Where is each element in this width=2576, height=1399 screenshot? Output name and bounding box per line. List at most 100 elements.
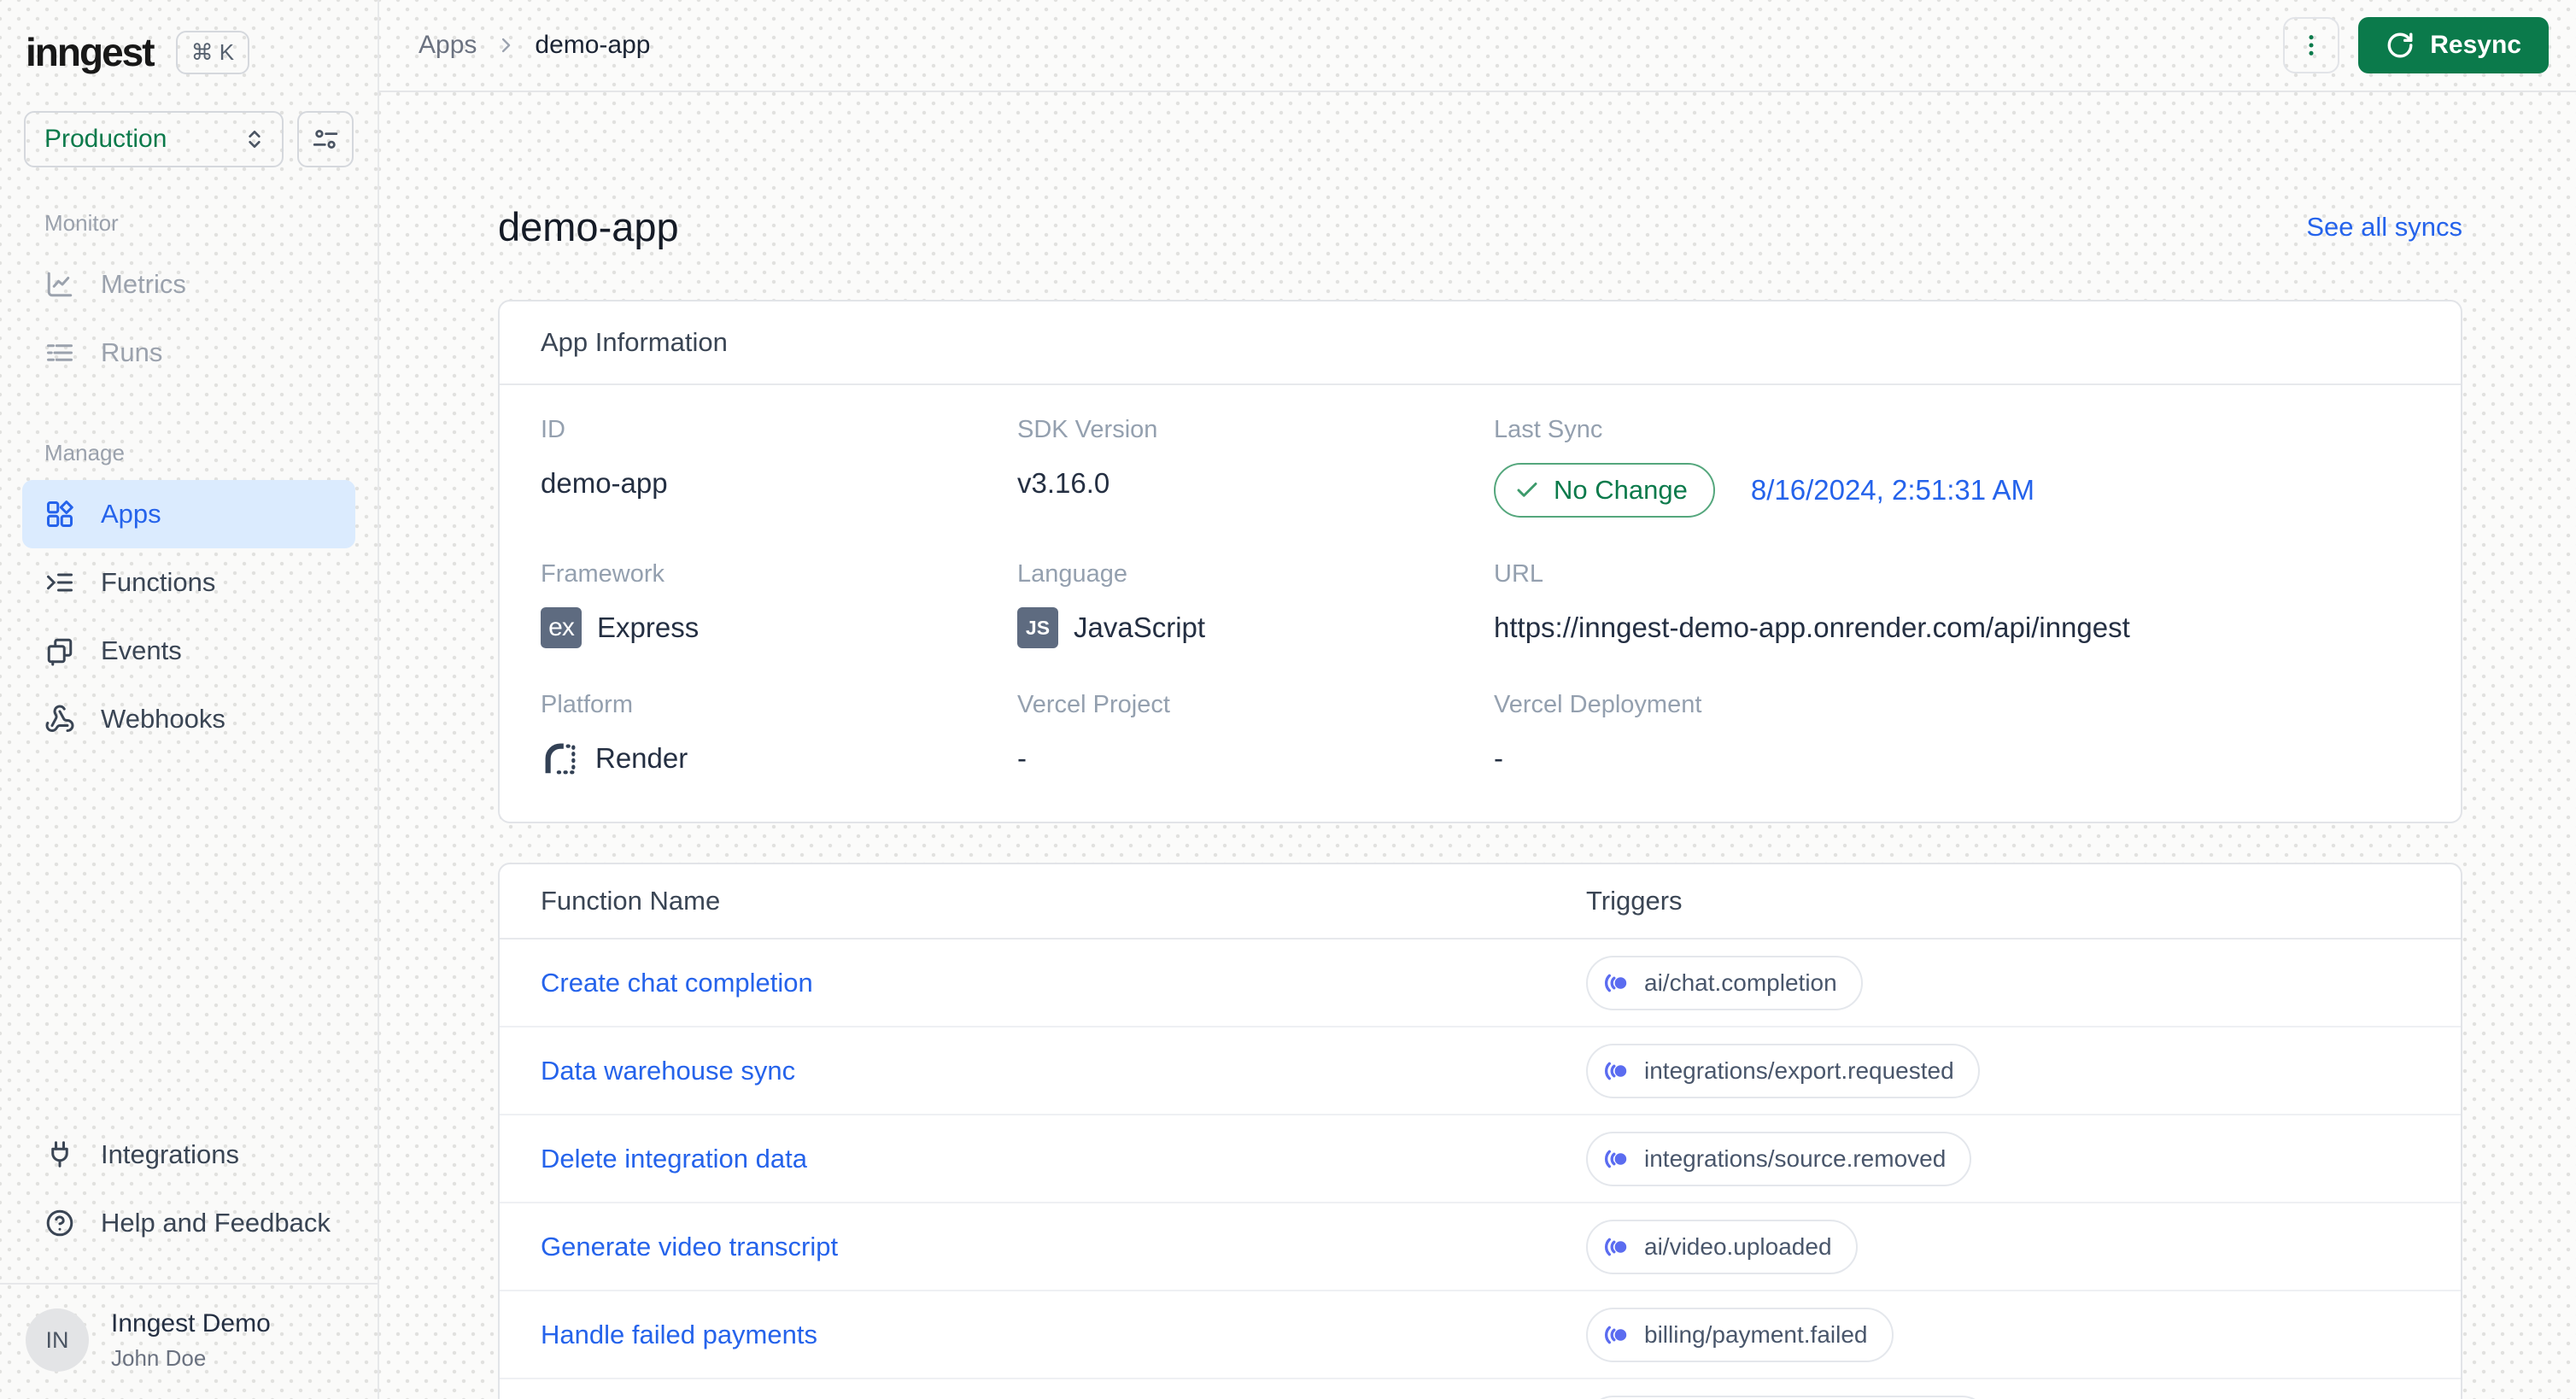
nav-section-monitor: Monitor <box>44 210 119 236</box>
runs-list-icon <box>44 337 75 368</box>
column-function-name: Function Name <box>541 886 721 916</box>
function-link[interactable]: Create chat completion <box>541 968 813 998</box>
kebab-menu-icon <box>2298 32 2325 59</box>
app-information-title: App Information <box>500 301 2461 385</box>
sidebar-item-label: Webhooks <box>101 704 225 734</box>
event-signal-icon <box>1603 1145 1630 1173</box>
last-sync-timestamp-link[interactable]: 8/16/2024, 2:51:31 AM <box>1751 474 2034 506</box>
breadcrumb-apps[interactable]: Apps <box>419 31 477 60</box>
sidebar-item-integrations[interactable]: Integrations <box>22 1121 355 1189</box>
field-platform: Platform Render <box>541 691 1017 779</box>
field-sdk-version: SDK Version v3.16.0 <box>1017 416 1494 518</box>
nav-section-manage: Manage <box>44 440 125 465</box>
sidebar-item-webhooks[interactable]: Webhooks <box>22 685 355 753</box>
language-value: JavaScript <box>1074 612 1206 643</box>
topbar-actions: Resync <box>2283 17 2549 73</box>
field-vercel-project: Vercel Project - <box>1017 691 1494 779</box>
field-value: ex Express <box>541 607 1017 648</box>
see-all-syncs-link[interactable]: See all syncs <box>2306 212 2462 243</box>
field-last-sync: Last Sync No Change 8/16/2024, 2:51:31 A… <box>1494 416 2420 518</box>
command-k-shortcut[interactable]: ⌘ K <box>175 30 250 74</box>
sidebar-item-label: Runs <box>101 337 163 367</box>
function-link[interactable]: Data warehouse sync <box>541 1056 795 1086</box>
sidebar-item-events[interactable]: Events <box>22 617 355 685</box>
field-label: URL <box>1494 560 1544 588</box>
trigger-label: billing/payment.failed <box>1644 1320 1868 1348</box>
sidebar-item-label: Apps <box>101 499 161 529</box>
function-link[interactable]: Handle failed payments <box>541 1320 817 1350</box>
environment-row: Production <box>0 75 378 167</box>
plug-icon <box>44 1139 75 1170</box>
avatar: IN <box>26 1308 89 1372</box>
field-label: Vercel Deployment <box>1494 691 1702 718</box>
table-row: Data warehouse sync integrations/export.… <box>500 1027 2461 1115</box>
sidebar-item-label: Integrations <box>101 1139 239 1169</box>
user-info: Inngest Demo John Doe <box>111 1309 271 1372</box>
framework-value: Express <box>597 612 700 643</box>
field-id: ID demo-app <box>541 416 1017 518</box>
resync-button[interactable]: Resync <box>2358 17 2549 73</box>
sliders-icon <box>311 125 340 154</box>
trigger-badge: billing/payment.failed <box>1586 1307 1894 1362</box>
logo-row: inngest ⌘ K <box>0 0 378 75</box>
field-vercel-deployment: Vercel Deployment - <box>1494 691 2420 779</box>
help-circle-icon <box>44 1208 75 1238</box>
sidebar-item-help[interactable]: Help and Feedback <box>22 1189 355 1257</box>
environment-selector-value: Production <box>44 125 167 153</box>
sidebar-item-label: Functions <box>101 567 216 597</box>
main-area: Apps demo-app Resync demo-app See all sy… <box>379 0 2576 1399</box>
field-value: No Change 8/16/2024, 2:51:31 AM <box>1494 463 2420 518</box>
javascript-icon: JS <box>1017 607 1058 648</box>
field-label: Vercel Project <box>1017 691 1170 718</box>
function-link[interactable]: Generate video transcript <box>541 1232 838 1262</box>
environment-settings-button[interactable] <box>297 111 354 167</box>
inngest-logo[interactable]: inngest <box>26 29 155 75</box>
sidebar: inngest ⌘ K Production Monitor Metrics R… <box>0 0 379 1399</box>
sidebar-item-apps[interactable]: Apps <box>22 480 355 548</box>
sidebar-nav: Monitor Metrics Runs Manage Apps Functio <box>0 167 378 753</box>
check-icon <box>1514 477 1540 503</box>
sidebar-item-label: Events <box>101 635 182 665</box>
apps-grid-icon <box>44 499 75 530</box>
express-icon: ex <box>541 607 582 648</box>
table-row: Import data pipeline integrations/source… <box>500 1379 2461 1399</box>
more-actions-button[interactable] <box>2283 17 2340 73</box>
chevron-up-down-icon <box>241 126 268 153</box>
field-label: Last Sync <box>1494 416 1603 443</box>
metrics-chart-icon <box>44 269 75 300</box>
event-signal-icon <box>1603 969 1630 997</box>
field-url: URL https://inngest-demo-app.onrender.co… <box>1494 560 2420 648</box>
table-row: Handle failed payments billing/payment.f… <box>500 1291 2461 1379</box>
sidebar-item-runs[interactable]: Runs <box>22 319 355 387</box>
functions-table-card: Function Name Triggers Create chat compl… <box>498 863 2462 1399</box>
functions-icon <box>44 567 75 598</box>
field-label: Language <box>1017 560 1128 588</box>
app-information-grid: ID demo-app SDK Version v3.16.0 Last Syn… <box>500 385 2461 822</box>
chevron-right-icon <box>494 33 518 57</box>
field-value: demo-app <box>541 467 668 499</box>
event-signal-icon <box>1603 1057 1630 1085</box>
app-information-card: App Information ID demo-app SDK Version … <box>498 300 2462 823</box>
trigger-badge: integrations/source.removed <box>1586 1131 1972 1186</box>
sidebar-item-functions[interactable]: Functions <box>22 548 355 617</box>
event-signal-icon <box>1603 1233 1630 1261</box>
resync-icon <box>2386 31 2415 60</box>
sidebar-item-metrics[interactable]: Metrics <box>22 250 355 319</box>
trigger-badge: integrations/export.requested <box>1586 1043 1980 1098</box>
field-label: Framework <box>541 560 665 588</box>
field-value: JS JavaScript <box>1017 607 1494 648</box>
environment-selector[interactable]: Production <box>24 111 284 167</box>
webhook-icon <box>44 704 75 735</box>
sidebar-item-label: Metrics <box>101 269 186 299</box>
breadcrumb-current: demo-app <box>535 31 651 59</box>
field-label: SDK Version <box>1017 416 1158 443</box>
user-profile[interactable]: IN Inngest Demo John Doe <box>0 1283 378 1399</box>
field-framework: Framework ex Express <box>541 560 1017 648</box>
function-link[interactable]: Delete integration data <box>541 1144 807 1174</box>
page-content: demo-app See all syncs App Information I… <box>379 92 2576 1399</box>
trigger-label: ai/chat.completion <box>1644 969 1837 996</box>
table-row: Delete integration data integrations/sou… <box>500 1115 2461 1203</box>
field-label: ID <box>541 416 565 443</box>
trigger-label: integrations/source.removed <box>1644 1144 1947 1172</box>
table-row: Generate video transcript ai/video.uploa… <box>500 1203 2461 1291</box>
